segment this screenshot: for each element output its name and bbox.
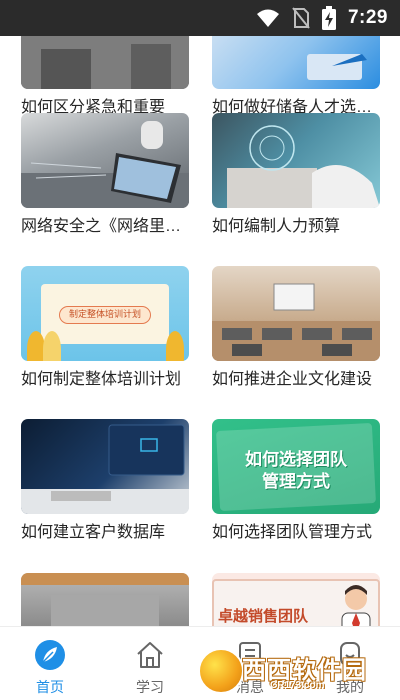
nav-item-home[interactable]: 首页: [0, 627, 100, 700]
course-card[interactable]: 如何选择团队 管理方式 如何选择团队管理方式: [212, 419, 380, 541]
course-card[interactable]: 如何做好储备人才选…: [212, 36, 380, 116]
course-card[interactable]: 如何推进企业文化建设: [212, 266, 380, 388]
status-icons: 7:29: [256, 0, 388, 36]
course-thumbnail[interactable]: 卓越销售团队: [212, 573, 380, 626]
course-title[interactable]: 如何选择团队管理方式: [212, 523, 390, 543]
sales-thumb-text: 卓越销售团队: [218, 608, 309, 625]
watermark-logo: 西西软件园 CR173.com: [198, 646, 400, 694]
course-card[interactable]: [21, 573, 189, 626]
course-title[interactable]: 如何编制人力预算: [212, 217, 390, 237]
course-thumbnail[interactable]: [21, 36, 189, 89]
course-thumbnail[interactable]: [212, 36, 380, 89]
no-sim-icon: [292, 7, 310, 29]
course-title[interactable]: 如何制定整体培训计划: [21, 370, 199, 390]
nav-label-home: 首页: [36, 679, 64, 695]
nav-label-study: 学习: [136, 679, 164, 695]
nav-item-study[interactable]: 学习: [100, 627, 200, 700]
leaf-decoration: [166, 331, 184, 361]
compass-leaf-icon: [32, 637, 68, 673]
course-thumbnail[interactable]: [21, 573, 189, 626]
course-title[interactable]: 网络安全之《网络里…: [21, 217, 199, 237]
watermark-subtext: CR173.com: [270, 680, 325, 691]
course-card[interactable]: 如何编制人力预算: [212, 113, 380, 235]
training-label: 制定整体培训计划: [59, 306, 151, 324]
person-illustration: [341, 585, 371, 626]
course-card[interactable]: 网络安全之《网络里…: [21, 113, 189, 235]
course-card[interactable]: 如何区分紧急和重要: [21, 36, 189, 116]
course-card[interactable]: 卓越销售团队: [212, 573, 380, 626]
watermark-emblem-icon: [198, 648, 244, 694]
course-thumbnail[interactable]: 制定整体培训计划: [21, 266, 189, 361]
leaf-decoration: [43, 331, 61, 361]
course-thumbnail[interactable]: [212, 113, 380, 208]
course-thumbnail[interactable]: [212, 266, 380, 361]
home-icon: [132, 637, 168, 673]
course-feed[interactable]: 如何区分紧急和重要 如何做好储备人才选… 网络安全之《网络里… 如何编制人力预算…: [0, 36, 400, 626]
course-title[interactable]: 如何推进企业文化建设: [212, 370, 390, 390]
course-card[interactable]: 制定整体培训计划 如何制定整体培训计划: [21, 266, 189, 388]
course-card[interactable]: 如何建立客户数据库: [21, 419, 189, 541]
course-thumbnail[interactable]: 如何选择团队 管理方式: [212, 419, 380, 514]
course-thumbnail[interactable]: [21, 419, 189, 514]
course-thumbnail[interactable]: [21, 113, 189, 208]
course-title[interactable]: 如何建立客户数据库: [21, 523, 199, 543]
wifi-icon: [256, 9, 279, 27]
status-bar: 7:29: [0, 0, 400, 36]
battery-charging-icon: [321, 6, 336, 30]
team-title-line2: 管理方式: [262, 472, 330, 491]
status-time: 7:29: [347, 7, 388, 28]
